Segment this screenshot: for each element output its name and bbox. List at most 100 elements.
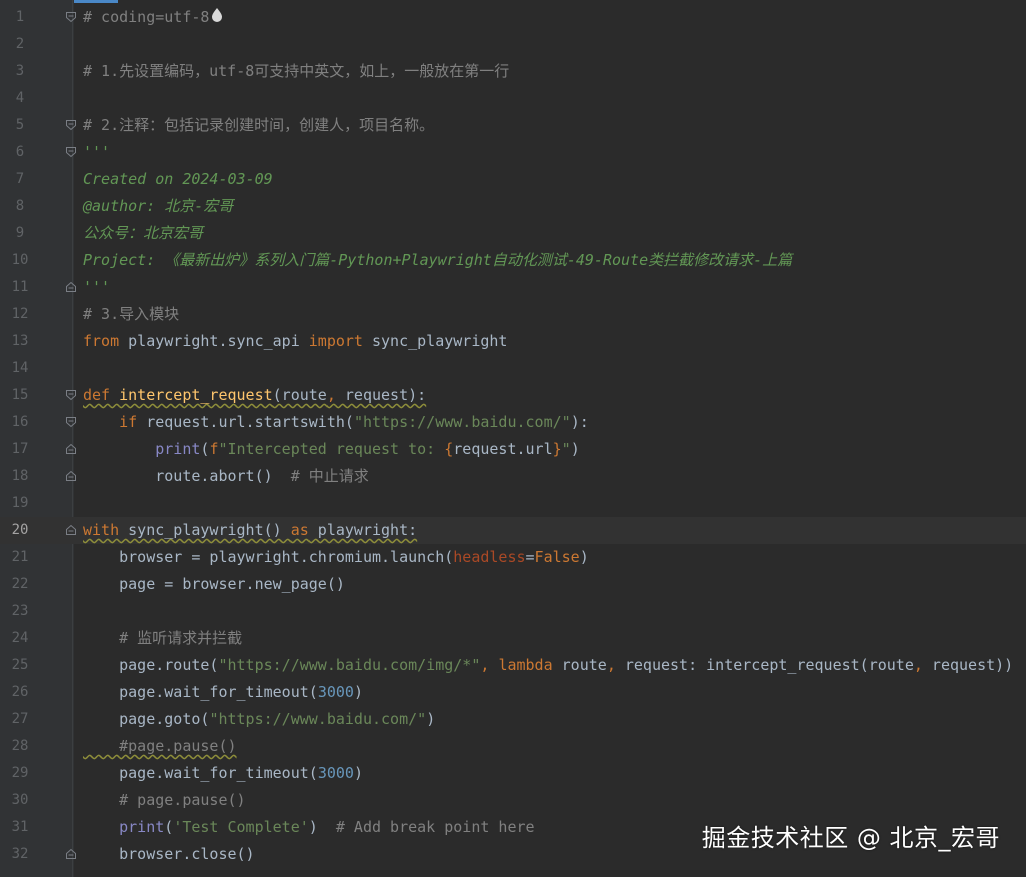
line-number[interactable]: 30	[0, 787, 40, 814]
code-line[interactable]: 17 print(f"Intercepted request to: {requ…	[0, 436, 1026, 463]
line-number[interactable]: 23	[0, 598, 40, 625]
code-text[interactable]: # 3.导入模块	[83, 301, 179, 328]
code-line[interactable]: 20 with sync_playwright() as playwright:	[0, 517, 1026, 544]
code-line[interactable]: 16 if request.url.startswith("https://ww…	[0, 409, 1026, 436]
line-number[interactable]: 13	[0, 328, 40, 355]
line-number[interactable]: 11	[0, 274, 40, 301]
code-editor[interactable]: 1 # coding=utf-8 2 3 # 1.先设置编码，utf-8可支持中英文，如…	[0, 4, 1026, 868]
line-number[interactable]: 26	[0, 679, 40, 706]
code-text[interactable]: page.route("https://www.baidu.com/img/*"…	[83, 652, 1013, 679]
code-text[interactable]: print(f"Intercepted request to: {request…	[83, 436, 579, 463]
code-line[interactable]: 11 '''	[0, 274, 1026, 301]
code-text[interactable]: #page.pause()	[83, 733, 236, 760]
code-line[interactable]: 30 # page.pause()	[0, 787, 1026, 814]
code-line[interactable]: 6 '''	[0, 139, 1026, 166]
code-line[interactable]: 2	[0, 31, 1026, 58]
code-line[interactable]: 18 route.abort() # 中止请求	[0, 463, 1026, 490]
code-text[interactable]: page.goto("https://www.baidu.com/")	[83, 706, 435, 733]
code-text[interactable]: 公众号：北京宏哥	[83, 220, 203, 247]
line-number[interactable]: 27	[0, 706, 40, 733]
code-text[interactable]: print('Test Complete') # Add break point…	[83, 814, 534, 841]
code-line[interactable]: 10 Project: 《最新出炉》系列入门篇-Python+Playwright…	[0, 247, 1026, 274]
code-text[interactable]: # 监听请求并拦截	[83, 625, 242, 652]
fold-open-icon[interactable]	[65, 119, 77, 131]
code-text[interactable]: # 2.注释：包括记录创建时间，创建人，项目名称。	[83, 112, 434, 139]
code-text[interactable]: # coding=utf-8	[83, 4, 223, 31]
line-number[interactable]: 14	[0, 355, 40, 382]
code-text[interactable]: page = browser.new_page()	[83, 571, 345, 598]
line-number[interactable]: 3	[0, 58, 40, 85]
line-number[interactable]: 9	[0, 220, 40, 247]
code-line[interactable]: 28 #page.pause()	[0, 733, 1026, 760]
code-line[interactable]: 25 page.route("https://www.baidu.com/img…	[0, 652, 1026, 679]
code-text[interactable]: Project: 《最新出炉》系列入门篇-Python+Playwright自动…	[83, 247, 792, 274]
code-line[interactable]: 15 def intercept_request(route, request):	[0, 382, 1026, 409]
line-number[interactable]: 6	[0, 139, 40, 166]
line-number[interactable]: 20	[0, 517, 40, 544]
line-number[interactable]: 19	[0, 490, 40, 517]
fold-close-icon[interactable]	[65, 524, 77, 536]
line-number[interactable]: 31	[0, 814, 40, 841]
line-number[interactable]: 5	[0, 112, 40, 139]
line-number[interactable]: 28	[0, 733, 40, 760]
line-number[interactable]: 15	[0, 382, 40, 409]
line-number[interactable]: 7	[0, 166, 40, 193]
code-text[interactable]: '''	[83, 139, 110, 166]
line-number[interactable]: 21	[0, 544, 40, 571]
code-line[interactable]: 21 browser = playwright.chromium.launch(…	[0, 544, 1026, 571]
fold-close-icon[interactable]	[65, 848, 77, 860]
code-text[interactable]: page.wait_for_timeout(3000)	[83, 760, 363, 787]
code-line[interactable]: 4	[0, 85, 1026, 112]
line-number[interactable]: 24	[0, 625, 40, 652]
fold-open-icon[interactable]	[65, 11, 77, 23]
code-line[interactable]: 22 page = browser.new_page()	[0, 571, 1026, 598]
code-line[interactable]: 12 # 3.导入模块	[0, 301, 1026, 328]
fold-open-icon[interactable]	[65, 389, 77, 401]
code-text[interactable]: route.abort() # 中止请求	[83, 463, 369, 490]
code-line[interactable]: 1 # coding=utf-8	[0, 4, 1026, 31]
code-line[interactable]: 13 from playwright.sync_api import sync_p…	[0, 328, 1026, 355]
fold-close-icon[interactable]	[65, 443, 77, 455]
line-number[interactable]: 8	[0, 193, 40, 220]
line-number[interactable]: 18	[0, 463, 40, 490]
code-line[interactable]: 26 page.wait_for_timeout(3000)	[0, 679, 1026, 706]
line-number[interactable]: 12	[0, 301, 40, 328]
code-line[interactable]: 29 page.wait_for_timeout(3000)	[0, 760, 1026, 787]
code-text[interactable]: # page.pause()	[83, 787, 245, 814]
code-text[interactable]: if request.url.startswith("https://www.b…	[83, 409, 589, 436]
code-text[interactable]: page.wait_for_timeout(3000)	[83, 679, 363, 706]
line-number[interactable]: 1	[0, 4, 40, 31]
code-text[interactable]: @author: 北京-宏哥	[83, 193, 233, 220]
code-line[interactable]: 5 # 2.注释：包括记录创建时间，创建人，项目名称。	[0, 112, 1026, 139]
code-line[interactable]: 7 Created on 2024-03-09	[0, 166, 1026, 193]
code-text[interactable]: # 1.先设置编码，utf-8可支持中英文，如上，一般放在第一行	[83, 58, 509, 85]
code-text[interactable]: browser.close()	[83, 841, 254, 868]
code-text[interactable]: Created on 2024-03-09	[83, 166, 273, 193]
code-line[interactable]: 24 # 监听请求并拦截	[0, 625, 1026, 652]
line-number[interactable]: 16	[0, 409, 40, 436]
fold-close-icon[interactable]	[65, 470, 77, 482]
code-text[interactable]: browser = playwright.chromium.launch(hea…	[83, 544, 589, 571]
line-number[interactable]: 4	[0, 85, 40, 112]
line-number[interactable]: 22	[0, 571, 40, 598]
code-line[interactable]: 14	[0, 355, 1026, 382]
code-line[interactable]: 23	[0, 598, 1026, 625]
fold-open-icon[interactable]	[65, 146, 77, 158]
line-number[interactable]: 25	[0, 652, 40, 679]
line-number[interactable]: 10	[0, 247, 40, 274]
fold-close-icon[interactable]	[65, 281, 77, 293]
line-number[interactable]: 29	[0, 760, 40, 787]
code-line[interactable]: 8 @author: 北京-宏哥	[0, 193, 1026, 220]
fold-open-icon[interactable]	[65, 416, 77, 428]
code-line[interactable]: 19	[0, 490, 1026, 517]
line-number[interactable]: 32	[0, 841, 40, 868]
code-line[interactable]: 9 公众号：北京宏哥	[0, 220, 1026, 247]
code-line[interactable]: 3 # 1.先设置编码，utf-8可支持中英文，如上，一般放在第一行	[0, 58, 1026, 85]
code-text[interactable]: def intercept_request(route, request):	[83, 382, 426, 409]
line-number[interactable]: 17	[0, 436, 40, 463]
code-text[interactable]: with sync_playwright() as playwright:	[83, 517, 417, 544]
line-number[interactable]: 2	[0, 31, 40, 58]
bulb-icon[interactable]	[211, 4, 223, 31]
code-text[interactable]: from playwright.sync_api import sync_pla…	[83, 328, 507, 355]
code-line[interactable]: 27 page.goto("https://www.baidu.com/")	[0, 706, 1026, 733]
